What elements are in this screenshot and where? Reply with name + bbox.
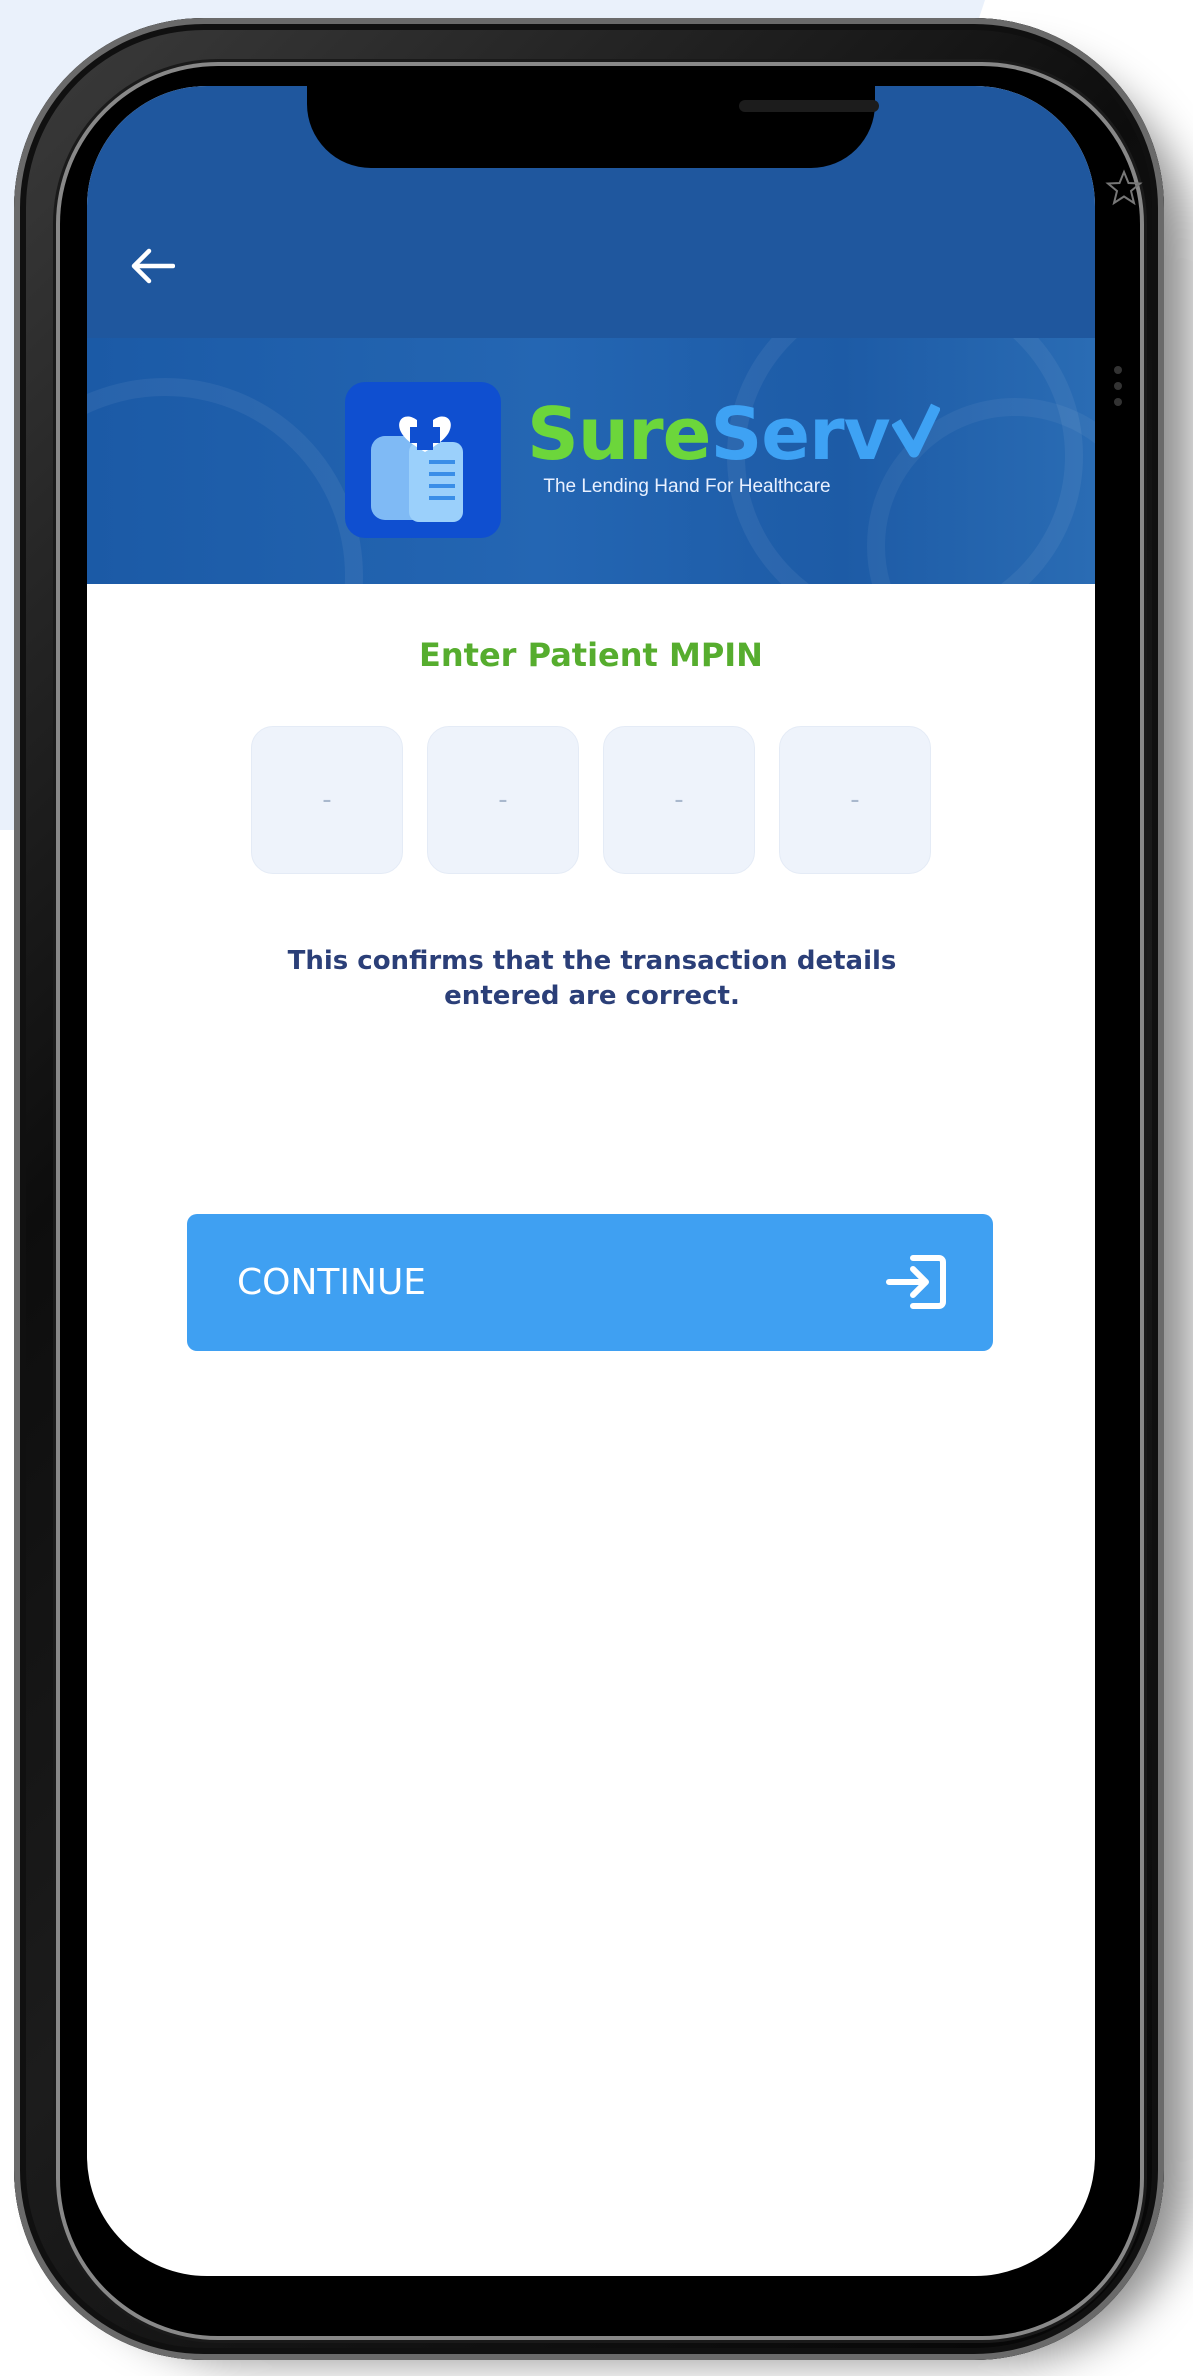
phone-screen: SureServ The Lending Hand For Healthcare… bbox=[87, 86, 1095, 2276]
back-button[interactable] bbox=[127, 241, 177, 291]
mpin-input-group: - - - - bbox=[251, 726, 931, 874]
sign-in-icon bbox=[886, 1255, 946, 1309]
brand-wordmark: SureServ bbox=[527, 398, 940, 470]
arrow-left-icon bbox=[131, 248, 175, 284]
confirmation-line-2: entered are correct. bbox=[444, 981, 740, 1011]
mpin-title: Enter Patient MPIN bbox=[419, 636, 763, 674]
phone-notch bbox=[307, 86, 879, 168]
brand-part1: Sure bbox=[527, 392, 711, 476]
star-icon bbox=[1105, 169, 1143, 206]
brand-part2: Serv bbox=[710, 392, 890, 476]
checkmark-icon bbox=[891, 403, 940, 458]
more-options-icon bbox=[1112, 366, 1124, 416]
continue-label: CONTINUE bbox=[237, 1262, 427, 1303]
phone-speaker bbox=[739, 100, 879, 112]
continue-button[interactable]: CONTINUE bbox=[187, 1214, 993, 1351]
confirmation-line-1: This confirms that the transaction detai… bbox=[287, 946, 897, 976]
sureserv-logo-icon bbox=[345, 382, 501, 538]
mpin-digit-3[interactable]: - bbox=[603, 726, 755, 874]
confirmation-text: This confirms that the transaction detai… bbox=[247, 944, 937, 1014]
brand-tagline: The Lending Hand For Healthcare bbox=[543, 476, 831, 497]
mpin-digit-4[interactable]: - bbox=[779, 726, 931, 874]
mpin-digit-2[interactable]: - bbox=[427, 726, 579, 874]
mpin-digit-1[interactable]: - bbox=[251, 726, 403, 874]
